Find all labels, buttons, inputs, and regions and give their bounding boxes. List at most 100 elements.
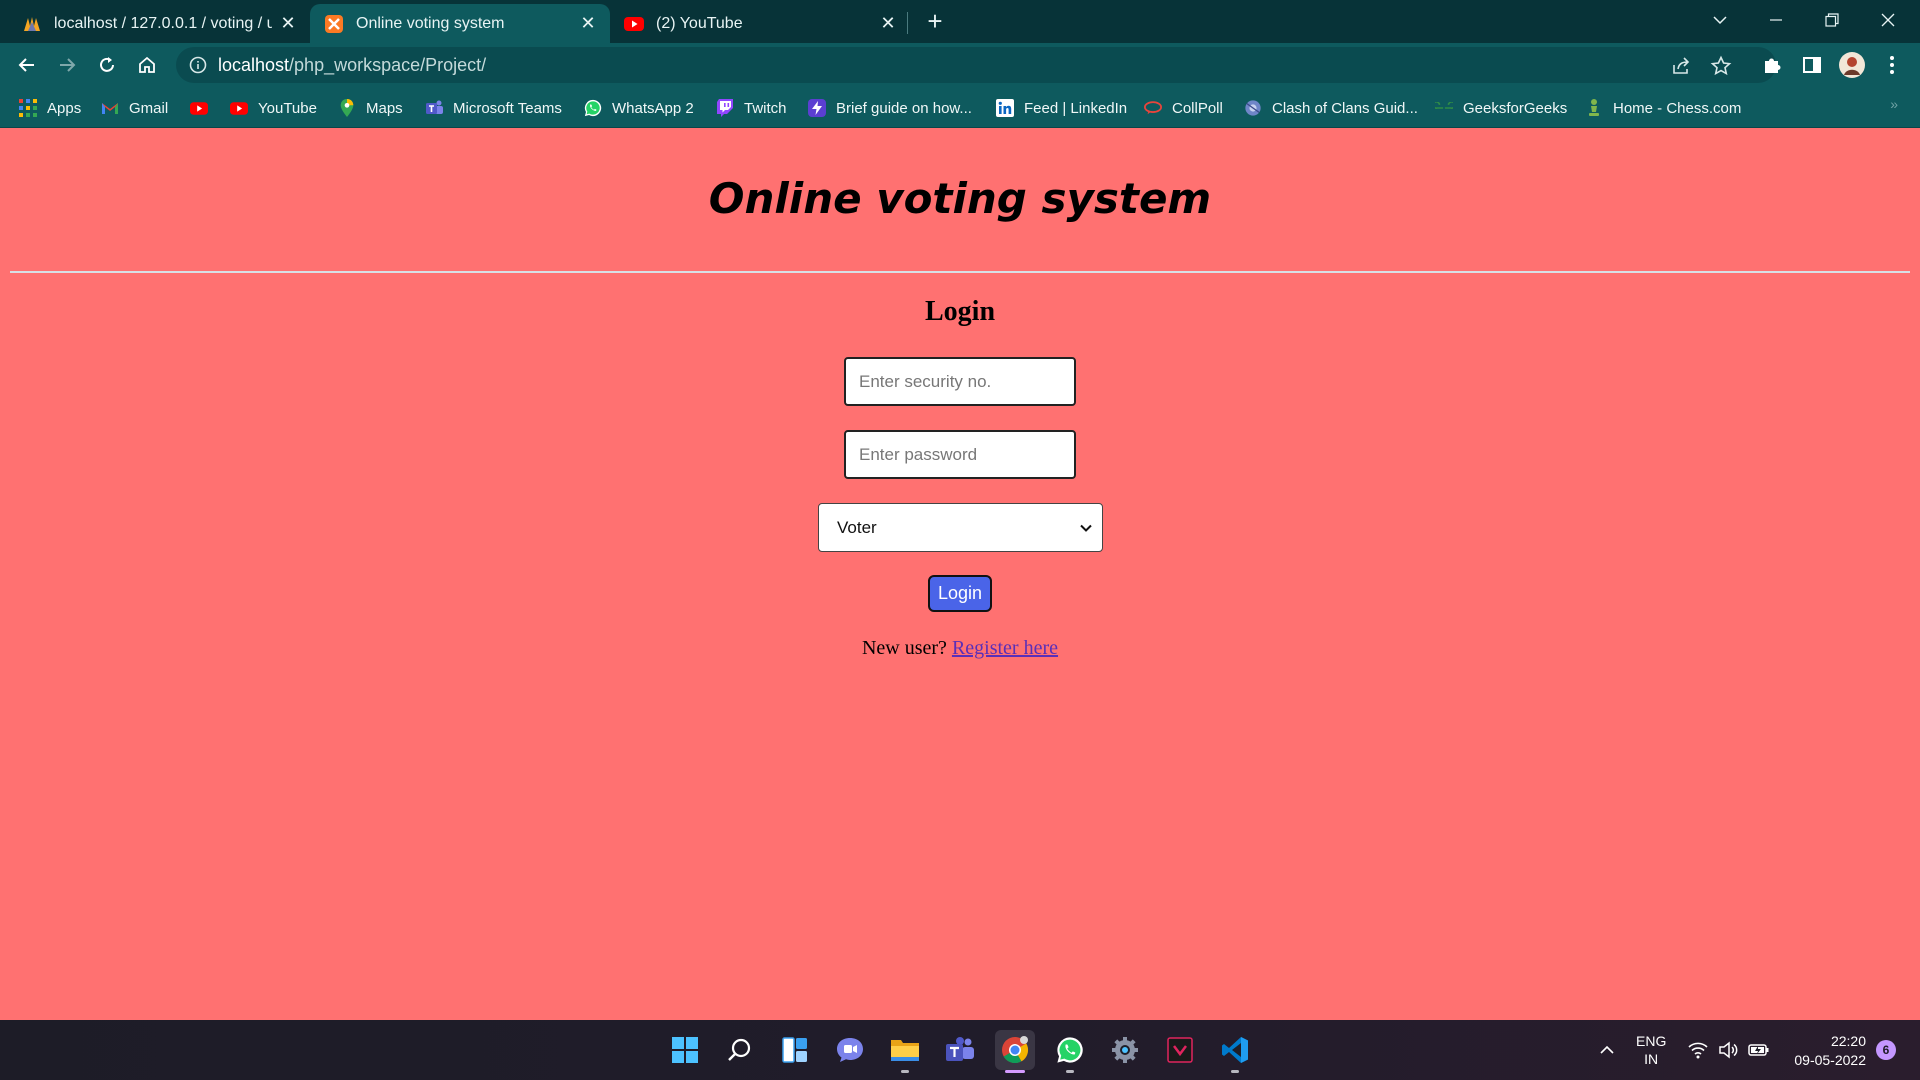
menu-button[interactable] [1878,51,1906,79]
bookmark-label: Gmail [129,99,169,117]
file-explorer-icon[interactable] [885,1030,925,1073]
close-icon[interactable]: ✕ [878,13,898,34]
bookmark-label: Microsoft Teams [453,99,562,117]
tab-title: (2) YouTube [656,14,743,32]
chevron-down-icon [1713,16,1727,25]
share-icon[interactable] [1670,55,1692,77]
puzzle-icon [1765,58,1781,73]
forward-button[interactable] [51,49,83,81]
register-link[interactable]: Register here [952,637,1058,659]
password-placeholder: Enter password [859,444,978,464]
bookmark-microsoft-teams[interactable]: Microsoft Teams [425,95,562,121]
bookmark-label: GeeksforGeeks [1463,99,1568,117]
twitch-icon [716,99,734,117]
bookmark-star-icon[interactable] [1710,55,1732,77]
bookmark-twitch[interactable]: Twitch [716,95,787,121]
close-icon[interactable]: ✕ [578,13,598,34]
clock[interactable]: 22:20 09-05-2022 [1784,1032,1866,1070]
vscode-icon[interactable] [1215,1030,1255,1073]
youtube-icon [230,99,248,117]
chess-icon [1585,99,1603,117]
gfg-icon [1435,99,1453,117]
login-button[interactable]: Login [928,575,992,612]
bookmark-linkedin[interactable]: Feed | LinkedIn [996,95,1127,121]
vivaldi-icon[interactable] [1160,1030,1200,1070]
bookmark-label: YouTube [258,99,317,117]
new-tab-button[interactable]: + [921,6,949,36]
teams-icon[interactable] [940,1030,980,1070]
password-input[interactable]: Enter password [844,430,1076,479]
bookmark-apps[interactable]: Apps [19,95,81,121]
tab-title: Online voting system [356,14,505,32]
wifi-icon[interactable] [1688,1020,1708,1080]
bookmark-label: Clash of Clans Guid... [1272,99,1418,117]
address-bar[interactable]: localhost/php_workspace/Project/ [176,47,1776,83]
battery-icon[interactable] [1748,1020,1770,1080]
url-text: localhost/php_workspace/Project/ [218,55,486,76]
reload-icon [100,57,114,72]
bookmark-maps[interactable]: Maps [338,95,403,121]
tab-search-button[interactable] [1692,0,1748,40]
extensions-button[interactable] [1758,51,1786,79]
collpoll-icon [1144,99,1162,117]
close-icon[interactable]: ✕ [278,13,298,34]
widgets-icon[interactable] [775,1030,815,1070]
settings-icon[interactable] [1105,1030,1145,1070]
running-indicator [1231,1070,1239,1073]
bookmark-clash-of-clans[interactable]: Clash of Clans Guid... [1244,95,1418,121]
bookmark-geeksforgeeks[interactable]: GeeksforGeeks [1435,95,1567,121]
tab-youtube[interactable]: (2) YouTube ✕ [610,4,910,43]
url-host: localhost [218,55,290,75]
bookmark-label: Apps [47,99,82,117]
bookmarks-overflow-button[interactable]: » [1890,96,1898,112]
reload-button[interactable] [91,49,123,81]
browser-toolbar: localhost/php_workspace/Project/ [0,43,1920,87]
profile-avatar[interactable] [1838,51,1866,79]
teams-icon [425,99,443,117]
notification-badge[interactable]: 6 [1876,1040,1896,1060]
bookmark-label: CollPoll [1172,99,1223,117]
bookmark-label: WhatsApp 2 [612,99,694,117]
input-language-indicator[interactable]: ENG IN [1636,1032,1666,1068]
home-button[interactable] [131,49,163,81]
tab-phpmyadmin[interactable]: localhost / 127.0.0.1 / voting / us ✕ [8,4,310,43]
whatsapp-icon[interactable] [1050,1030,1090,1073]
bookmark-youtube-icon-only[interactable] [190,95,218,121]
bookmarks-bar: Apps Gmail YouTube Maps Microsoft Teams … [0,87,1920,128]
minimize-icon [1770,19,1782,21]
region-code: IN [1644,1051,1659,1067]
security-number-input[interactable]: Enter security no. [844,357,1076,406]
search-icon[interactable] [720,1030,760,1070]
new-user-text: New user? [861,637,947,659]
chrome-icon[interactable] [995,1030,1035,1073]
youtube-icon [624,14,644,34]
avatar-icon [1839,52,1865,78]
windows-start-icon[interactable] [665,1030,705,1070]
minimize-button[interactable] [1748,0,1804,40]
windows-taskbar: ENG IN 22:20 09-05-2022 6 [0,1020,1920,1080]
bookmark-brief-guide[interactable]: Brief guide on how... [808,95,972,121]
browser-tabstrip: localhost / 127.0.0.1 / voting / us ✕ On… [0,0,1920,43]
bookmark-label: Maps [366,99,403,117]
tab-online-voting[interactable]: Online voting system ✕ [310,4,610,43]
security-number-placeholder: Enter security no. [859,371,992,391]
info-icon[interactable] [188,55,208,75]
show-hidden-icons-button[interactable] [1598,1020,1616,1080]
phpmyadmin-icon [22,14,42,34]
bookmark-collpoll[interactable]: CollPoll [1144,95,1223,121]
bookmark-whatsapp[interactable]: WhatsApp 2 [584,95,694,121]
side-panel-button[interactable] [1798,51,1826,79]
bookmark-gmail[interactable]: Gmail [101,95,168,121]
restore-button[interactable] [1804,0,1860,40]
header-divider [10,271,1910,273]
role-select[interactable]: Voter [818,503,1103,552]
volume-icon[interactable] [1718,1020,1738,1080]
bookmark-youtube[interactable]: YouTube [230,95,317,121]
bookmark-label: Brief guide on how... [836,99,972,117]
url-path: /php_workspace/Project/ [289,55,487,75]
close-window-button[interactable] [1860,0,1916,40]
bookmark-chess[interactable]: Home - Chess.com [1585,95,1741,121]
back-button[interactable] [11,49,43,81]
tab-separator [907,12,908,34]
chat-icon[interactable] [830,1030,870,1070]
